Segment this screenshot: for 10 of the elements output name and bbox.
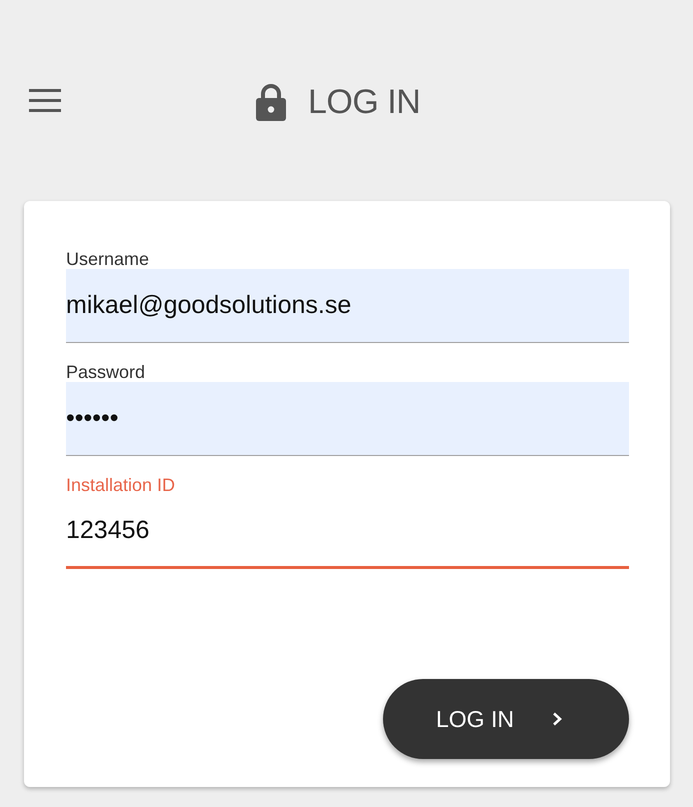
field-label: Password [66,362,146,382]
input-field[interactable]: •••••• [66,382,629,456]
login-button[interactable]: LOG IN [383,679,629,759]
field-label: Username [66,249,150,269]
chevron-right-icon [552,712,562,726]
menu-icon[interactable] [29,89,61,112]
field-label: Installation ID [66,475,176,495]
page-title: LOG IN [308,82,420,122]
lock-icon [256,84,286,120]
input-field[interactable]: mikael@goodsolutions.se [66,269,629,343]
